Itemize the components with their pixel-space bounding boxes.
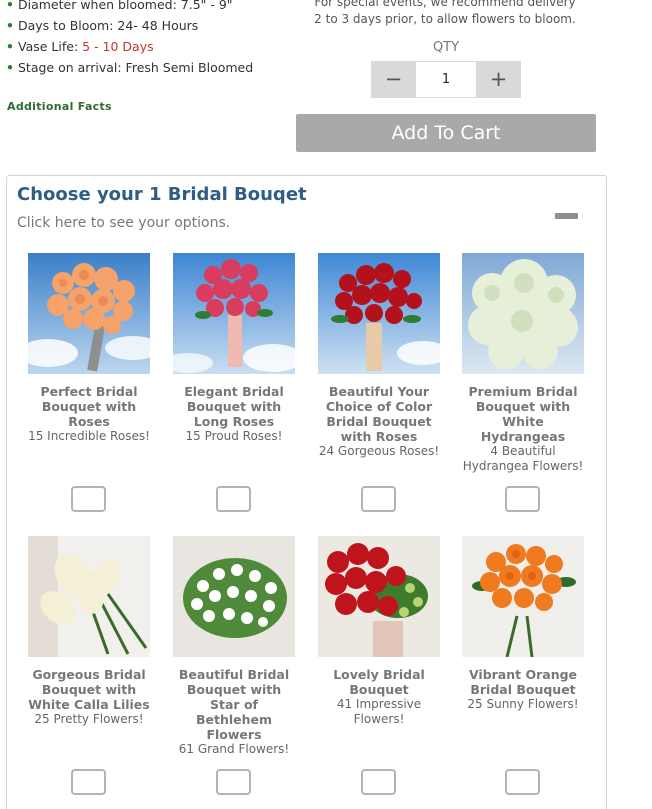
- product-select-checkbox[interactable]: [361, 486, 396, 512]
- product-select-checkbox[interactable]: [71, 769, 106, 795]
- product-facts-list: • Diameter when bloomed: 7.5" - 9" • Days …: [6, 0, 296, 78]
- pink-roses-bouquet-image: [173, 253, 295, 374]
- product-select-checkbox[interactable]: [505, 486, 540, 512]
- product-card[interactable]: Elegant Bridal Bouquet with Long Roses 1…: [173, 253, 295, 444]
- product-card[interactable]: Vibrant Orange Bridal Bouquet 25 Sunny F…: [462, 536, 584, 712]
- product-description: 4 Beautiful Hydrangea Flowers!: [462, 444, 584, 473]
- product-name[interactable]: Vibrant Orange Bridal Bouquet: [462, 667, 584, 697]
- product-description: 61 Grand Flowers!: [178, 742, 290, 756]
- product-name[interactable]: Beautiful Bridal Bouquet with Star of Be…: [173, 667, 295, 742]
- add-to-cart-button[interactable]: Add To Cart: [296, 114, 596, 152]
- qty-input[interactable]: 1: [416, 61, 476, 98]
- product-card[interactable]: Lovely Bridal Bouquet 41 Impressive Flow…: [318, 536, 440, 727]
- star-of-bethlehem-bouquet-image: [173, 536, 295, 657]
- product-name[interactable]: Perfect Bridal Bouquet with Roses: [28, 384, 150, 429]
- calla-lily-bouquet-image: [28, 536, 150, 657]
- bridal-bouquet-chooser: Choose your 1 Bridal Bouqet Click here t…: [6, 175, 607, 809]
- collapse-icon[interactable]: [555, 213, 578, 219]
- delivery-note: For special events, we recommend deliver…: [314, 0, 576, 26]
- white-hydrangea-bouquet-image: [462, 253, 584, 374]
- product-description: 25 Pretty Flowers!: [34, 712, 144, 726]
- qty-decrease-button[interactable]: −: [371, 61, 416, 98]
- product-name[interactable]: Gorgeous Bridal Bouquet with White Calla…: [28, 667, 150, 712]
- product-description: 15 Proud Roses!: [185, 429, 283, 443]
- product-card[interactable]: Perfect Bridal Bouquet with Roses 15 Inc…: [28, 253, 150, 444]
- panel-subtitle[interactable]: Click here to see your options.: [17, 215, 230, 231]
- product-description: 15 Incredible Roses!: [28, 429, 150, 443]
- qty-increase-button[interactable]: +: [476, 61, 521, 98]
- product-select-checkbox[interactable]: [361, 769, 396, 795]
- product-card[interactable]: Gorgeous Bridal Bouquet with White Calla…: [28, 536, 150, 727]
- product-select-checkbox[interactable]: [71, 486, 106, 512]
- orange-bouquet-image: [462, 536, 584, 657]
- quantity-stepper: − 1 +: [371, 61, 521, 98]
- product-description: 41 Impressive Flowers!: [336, 697, 422, 726]
- product-card[interactable]: Premium Bridal Bouquet with White Hydran…: [462, 253, 584, 474]
- fact-days-to-bloom: • Days to Bloom: 24- 48 Hours: [6, 18, 199, 33]
- product-card[interactable]: Beautiful Bridal Bouquet with Star of Be…: [173, 536, 295, 757]
- product-select-checkbox[interactable]: [505, 769, 540, 795]
- qty-label: QTY: [432, 40, 460, 55]
- product-name[interactable]: Elegant Bridal Bouquet with Long Roses: [173, 384, 295, 429]
- product-name[interactable]: Lovely Bridal Bouquet: [318, 667, 440, 697]
- red-roses-green-bouquet-image: [318, 536, 440, 657]
- product-select-checkbox[interactable]: [216, 486, 251, 512]
- product-select-checkbox[interactable]: [216, 769, 251, 795]
- additional-facts-link[interactable]: Additional Facts: [7, 100, 112, 113]
- product-card[interactable]: Beautiful Your Choice of Color Bridal Bo…: [318, 253, 440, 459]
- product-name[interactable]: Beautiful Your Choice of Color Bridal Bo…: [318, 384, 440, 444]
- product-description: 24 Gorgeous Roses!: [318, 444, 440, 458]
- product-name[interactable]: Premium Bridal Bouquet with White Hydran…: [462, 384, 584, 444]
- fact-stage-on-arrival: • Stage on arrival: Fresh Semi Bloomed: [6, 60, 254, 75]
- red-roses-bouquet-image: [318, 253, 440, 374]
- fact-diameter: • Diameter when bloomed: 7.5" - 9": [6, 0, 233, 12]
- product-description: 25 Sunny Flowers!: [467, 697, 579, 711]
- fact-vase-life: • Vase Life: 5 - 10 Days: [6, 39, 154, 54]
- peach-roses-bouquet-image: [28, 253, 150, 374]
- panel-title[interactable]: Choose your 1 Bridal Bouqet: [17, 184, 307, 205]
